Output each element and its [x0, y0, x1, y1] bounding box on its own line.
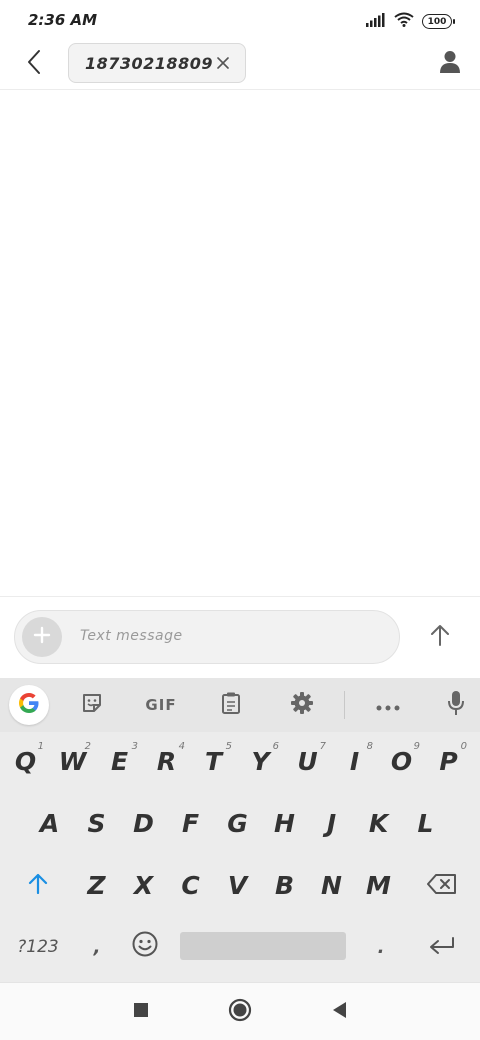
key-z[interactable]: Z: [73, 858, 120, 912]
status-bar: 2:36 AM 100: [0, 0, 480, 40]
keyboard-row-4: ?123 , .: [0, 920, 480, 974]
settings-button[interactable]: [282, 686, 322, 724]
key-e[interactable]: E3: [96, 734, 143, 788]
send-button[interactable]: [424, 619, 456, 655]
key-l[interactable]: L: [402, 796, 449, 850]
key-n[interactable]: N: [308, 858, 355, 912]
sticker-button[interactable]: [72, 686, 112, 724]
key-r[interactable]: R4: [143, 734, 190, 788]
key-i[interactable]: I8: [331, 734, 378, 788]
person-icon: [439, 50, 461, 78]
keyboard-row-3: Z X C V B N M: [0, 858, 480, 912]
more-button[interactable]: [368, 686, 408, 724]
contact-button[interactable]: [434, 48, 466, 80]
key-j[interactable]: J: [308, 796, 355, 850]
key-y[interactable]: Y6: [237, 734, 284, 788]
battery-icon: 100: [422, 14, 455, 29]
microphone-icon: [447, 690, 465, 720]
key-f[interactable]: F: [167, 796, 214, 850]
emoji-key[interactable]: [122, 920, 168, 974]
toolbar-divider: [344, 691, 345, 719]
key-m[interactable]: M: [355, 858, 402, 912]
triangle-back-icon: [331, 1001, 347, 1023]
shift-arrow-icon: [28, 871, 48, 900]
message-placeholder: Text message: [80, 628, 183, 644]
backspace-key[interactable]: [414, 858, 470, 912]
square-icon: [133, 1002, 149, 1022]
clipboard-icon: [221, 691, 241, 719]
conversation-header: 18730218809: [0, 40, 480, 90]
google-g-icon: [17, 691, 41, 719]
enter-key[interactable]: [414, 920, 470, 974]
key-b[interactable]: B: [261, 858, 308, 912]
shift-key[interactable]: [10, 858, 66, 912]
backspace-icon: [427, 871, 457, 900]
message-input[interactable]: Text message: [14, 610, 400, 664]
key-t[interactable]: T5: [190, 734, 237, 788]
signal-icon: [366, 12, 386, 31]
navigation-bar: [0, 982, 480, 1040]
gif-button[interactable]: GIF: [138, 686, 184, 724]
home-button[interactable]: [225, 997, 255, 1027]
comma-key[interactable]: ,: [74, 920, 120, 974]
compose-bar: Text message: [0, 596, 480, 678]
key-q[interactable]: Q1: [2, 734, 49, 788]
key-u[interactable]: U7: [284, 734, 331, 788]
key-s[interactable]: S: [73, 796, 120, 850]
status-icons: 100: [366, 12, 455, 31]
emoji-icon: [132, 931, 158, 963]
google-search-button[interactable]: [9, 685, 49, 725]
key-w[interactable]: W2: [49, 734, 96, 788]
key-g[interactable]: G: [214, 796, 261, 850]
key-v[interactable]: V: [214, 858, 261, 912]
space-key[interactable]: [180, 932, 346, 960]
back-nav-button[interactable]: [324, 997, 354, 1027]
arrow-up-icon: [429, 623, 451, 651]
back-button[interactable]: [18, 48, 50, 80]
key-o[interactable]: O9: [378, 734, 425, 788]
gif-label: GIF: [145, 696, 177, 714]
status-time: 2:36 AM: [28, 11, 98, 29]
keyboard-row-1: Q1 W2 E3 R4 T5 Y6 U7 I8 O9 P0: [0, 734, 480, 788]
key-p[interactable]: P0: [425, 734, 472, 788]
key-d[interactable]: D: [120, 796, 167, 850]
key-a[interactable]: A: [26, 796, 73, 850]
sticker-icon: [81, 692, 103, 718]
gear-icon: [290, 691, 314, 719]
close-icon[interactable]: [215, 55, 231, 71]
clipboard-button[interactable]: [211, 686, 251, 724]
plus-icon: [33, 626, 51, 648]
key-h[interactable]: H: [261, 796, 308, 850]
add-attachment-button[interactable]: [22, 617, 62, 657]
key-k[interactable]: K: [355, 796, 402, 850]
circle-icon: [228, 998, 252, 1026]
wifi-icon: [394, 12, 414, 31]
more-horizontal-icon: [376, 696, 400, 715]
voice-input-button[interactable]: [436, 686, 476, 724]
symbols-key[interactable]: ?123: [8, 920, 68, 974]
keyboard-row-2: A S D F G H J K L: [0, 796, 480, 850]
recipient-chip[interactable]: 18730218809: [68, 43, 246, 83]
enter-icon: [428, 933, 456, 962]
keyboard-toolbar: GIF: [0, 678, 480, 732]
chevron-left-icon: [26, 49, 42, 79]
key-x[interactable]: X: [120, 858, 167, 912]
recents-button[interactable]: [126, 997, 156, 1027]
period-key[interactable]: .: [358, 920, 404, 974]
key-c[interactable]: C: [167, 858, 214, 912]
conversation-area: [0, 91, 480, 595]
recipient-number: 18730218809: [85, 53, 213, 73]
keyboard: GIF Q 1 W 2 E 3 R 4 T 5 Y 6 U 7 I 8 O 9 …: [0, 678, 480, 982]
